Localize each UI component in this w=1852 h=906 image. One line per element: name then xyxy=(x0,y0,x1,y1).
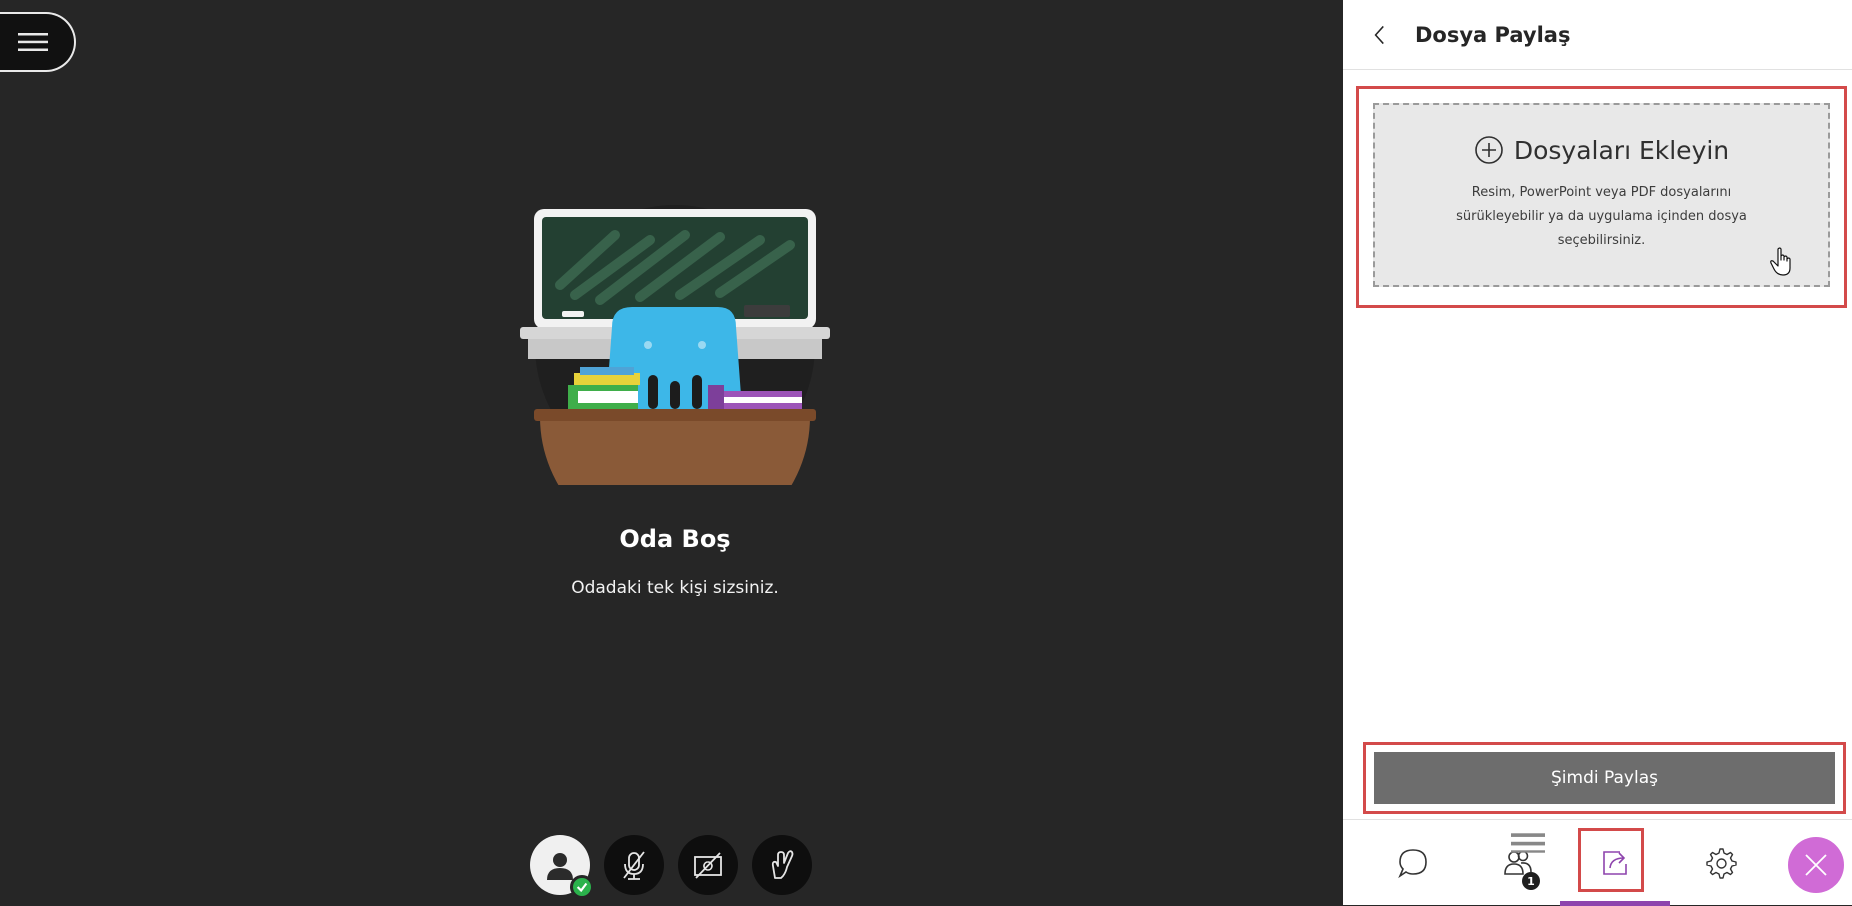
gear-icon xyxy=(1706,848,1737,879)
microphone-toggle[interactable] xyxy=(604,835,664,895)
share-now-button[interactable]: Şimdi Paylaş xyxy=(1374,752,1835,804)
raise-hand-icon xyxy=(771,850,794,879)
close-icon xyxy=(1805,854,1827,876)
share-tab-highlight xyxy=(1578,828,1644,892)
dropzone-title: Dosyaları Ekleyin xyxy=(1513,135,1730,165)
chevron-left-icon xyxy=(1374,25,1384,44)
dropzone-title-row: Dosyaları Ekleyin xyxy=(1474,135,1729,165)
tab-participants[interactable]: 1 xyxy=(1478,820,1558,906)
main-menu-button[interactable] xyxy=(0,12,76,72)
drag-handle-icon xyxy=(1511,833,1545,853)
microphone-off-icon xyxy=(623,851,645,880)
tab-chat[interactable] xyxy=(1373,820,1453,906)
participant-count-badge: 1 xyxy=(1522,872,1540,890)
empty-room-illustration xyxy=(520,205,830,485)
close-panel-button[interactable] xyxy=(1788,837,1844,893)
check-icon xyxy=(570,875,594,899)
share-button-highlight: Şimdi Paylaş xyxy=(1363,742,1846,814)
room-empty-title: Oda Boş xyxy=(619,525,731,553)
camera-toggle[interactable] xyxy=(678,835,738,895)
raise-hand-button[interactable] xyxy=(752,835,812,895)
session-controls xyxy=(530,835,812,899)
hand-cursor-icon xyxy=(1770,247,1791,276)
camera-off-icon xyxy=(694,852,722,879)
panel-tab-bar: 1 xyxy=(1343,819,1852,906)
chat-bubble-icon xyxy=(1398,849,1427,879)
panel-title: Dosya Paylaş xyxy=(1415,22,1571,47)
dropzone-description: Resim, PowerPoint veya PDF dosyalarını s… xyxy=(1456,185,1747,248)
back-button[interactable] xyxy=(1373,21,1393,49)
share-content-panel: Dosya Paylaş Dosyaları Ekleyin Resim, Po… xyxy=(1343,0,1852,906)
panel-header: Dosya Paylaş xyxy=(1343,0,1852,70)
tab-settings[interactable] xyxy=(1670,820,1770,906)
hamburger-icon xyxy=(18,33,48,51)
file-dropzone[interactable]: Dosyaları Ekleyin Resim, PowerPoint veya… xyxy=(1373,103,1830,287)
dropzone-highlight: Dosyaları Ekleyin Resim, PowerPoint veya… xyxy=(1356,86,1847,308)
tab-share-content[interactable] xyxy=(1560,820,1670,906)
my-status-button[interactable] xyxy=(530,835,594,899)
plus-circle-icon xyxy=(1475,136,1503,164)
room-empty-subtitle: Odadaki tek kişi sizsiniz. xyxy=(571,578,779,598)
active-tab-indicator xyxy=(1560,901,1670,906)
user-avatar-icon xyxy=(547,853,573,880)
collaborate-stage: Oda Boş Odadaki tek kişi sizsiniz. xyxy=(0,0,1343,905)
